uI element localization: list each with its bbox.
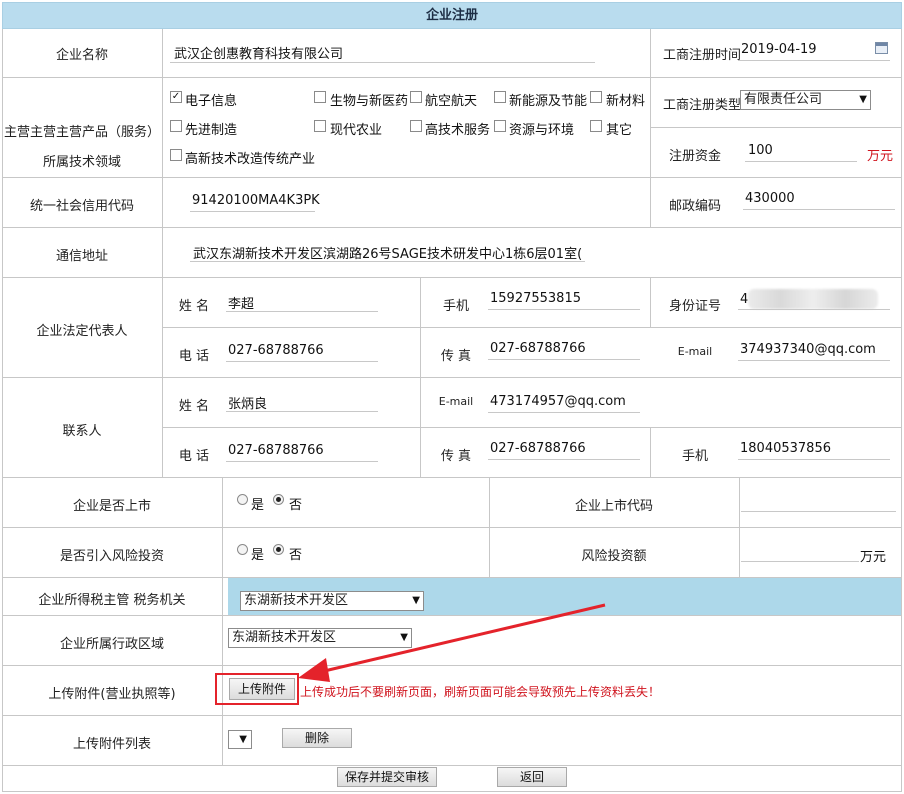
legal-email-label: E-mail — [677, 345, 713, 358]
capital-input[interactable]: 100 — [748, 143, 773, 158]
postcode-label: 邮政编码 — [668, 199, 721, 214]
contact-label: 联系人 — [62, 424, 102, 439]
district-label: 企业所属行政区域 — [59, 637, 164, 652]
legal-fax-label: 传 真 — [440, 349, 472, 364]
contact-phone-input[interactable]: 027-68788766 — [228, 443, 324, 458]
checkbox-energy[interactable] — [494, 91, 506, 103]
option-other-label: 其它 — [606, 123, 633, 138]
checkbox-hightech-service[interactable] — [410, 120, 422, 132]
postcode-input[interactable]: 430000 — [745, 191, 795, 206]
domain-label: 主营主营主营产品（服务）所属技术领域 — [3, 125, 160, 170]
option-traditional-label: 高新技术改造传统产业 — [185, 152, 316, 167]
option-electronics-label: 电子信息 — [185, 94, 238, 109]
legal-phone-input[interactable]: 027-68788766 — [228, 343, 324, 358]
redacted-id-number — [748, 289, 878, 309]
listed-yes-label: 是 — [251, 498, 265, 513]
upload-button[interactable]: 上传附件 — [229, 678, 295, 700]
delete-button[interactable]: 删除 — [282, 728, 352, 748]
option-biomed-label: 生物与新医药 — [330, 94, 409, 109]
listed-no-radio[interactable] — [273, 494, 284, 505]
credit-code-input[interactable]: 91420100MA4K3PK — [192, 193, 320, 208]
checkbox-other[interactable] — [590, 120, 602, 132]
venture-amount-input[interactable] — [741, 540, 859, 562]
venture-no-radio[interactable] — [273, 544, 284, 555]
option-resources-label: 资源与环境 — [509, 123, 575, 138]
form-header: 企业注册 — [2, 2, 902, 29]
checkbox-biomed[interactable] — [314, 91, 326, 103]
checkbox-agriculture[interactable] — [314, 120, 326, 132]
legal-mobile-label: 手机 — [442, 299, 469, 314]
legal-rep-label: 企业法定代表人 — [36, 324, 128, 339]
reg-type-label: 工商注册类型 — [662, 98, 741, 113]
address-input[interactable]: 武汉东湖新技术开发区滨湖路26号SAGE技术研发中心1栋6层01室( — [193, 243, 583, 262]
legal-mobile-input[interactable]: 15927553815 — [490, 291, 581, 306]
back-button[interactable]: 返回 — [497, 767, 567, 787]
venture-no-label: 否 — [289, 548, 303, 563]
contact-mobile-input[interactable]: 18040537856 — [740, 441, 831, 456]
contact-name-input[interactable]: 张炳良 — [228, 393, 267, 412]
tax-label: 企业所得税主管 税务机关 — [38, 593, 186, 608]
legal-name-label: 姓 名 — [178, 299, 210, 314]
contact-email-label: E-mail — [438, 395, 474, 408]
credit-code-label: 统一社会信用代码 — [29, 199, 134, 214]
attachments-label: 上传附件列表 — [72, 737, 151, 752]
legal-phone-label: 电 话 — [178, 349, 210, 364]
venture-yes-label: 是 — [251, 548, 265, 563]
venture-amount-label: 风险投资额 — [581, 549, 647, 564]
address-label: 通信地址 — [55, 249, 108, 264]
legal-email-input[interactable]: 374937340@qq.com — [740, 342, 876, 357]
company-name-input[interactable]: 武汉企创惠教育科技有限公司 — [174, 43, 343, 62]
checkbox-aerospace[interactable] — [410, 91, 422, 103]
contact-fax-input[interactable]: 027-68788766 — [490, 441, 586, 456]
listed-code-input[interactable] — [741, 490, 896, 512]
legal-name-input[interactable]: 李超 — [228, 293, 254, 312]
listed-no-label: 否 — [289, 498, 303, 513]
option-agriculture-label: 现代农业 — [330, 123, 383, 138]
upload-label: 上传附件(营业执照等) — [48, 687, 176, 702]
option-aerospace-label: 航空航天 — [425, 94, 478, 109]
calendar-icon[interactable] — [875, 42, 888, 54]
contact-email-input[interactable]: 473174957@qq.com — [490, 394, 626, 409]
venture-unit: 万元 — [860, 550, 887, 565]
contact-mobile-label: 手机 — [681, 449, 708, 464]
venture-yes-radio[interactable] — [237, 544, 248, 555]
legal-id-label: 身份证号 — [668, 299, 721, 314]
checkbox-traditional[interactable] — [170, 149, 182, 161]
venture-label: 是否引入风险投资 — [59, 549, 164, 564]
reg-type-value: 有限责任公司 — [744, 92, 823, 107]
checkbox-resources[interactable] — [494, 120, 506, 132]
contact-phone-label: 电 话 — [178, 449, 210, 464]
attachments-select[interactable]: ▼ — [228, 730, 252, 749]
checkbox-manufacturing[interactable] — [170, 120, 182, 132]
submit-button[interactable]: 保存并提交审核 — [337, 767, 437, 787]
reg-date-input[interactable]: 2019-04-19 — [741, 42, 817, 57]
checkbox-materials[interactable] — [590, 91, 602, 103]
option-energy-label: 新能源及节能 — [509, 94, 588, 109]
option-hightech-service-label: 高技术服务 — [425, 123, 491, 138]
capital-label: 注册资金 — [668, 149, 721, 164]
contact-fax-label: 传 真 — [440, 449, 472, 464]
reg-type-select[interactable]: 有限责任公司 ▼ — [740, 90, 871, 110]
option-materials-label: 新材料 — [606, 94, 646, 109]
company-name-label: 企业名称 — [55, 48, 108, 63]
annotation-arrow — [298, 603, 606, 682]
form-title: 企业注册 — [425, 8, 478, 23]
contact-name-label: 姓 名 — [178, 399, 210, 414]
chevron-down-icon: ▼ — [859, 94, 867, 105]
legal-fax-input[interactable]: 027-68788766 — [490, 341, 586, 356]
listed-code-label: 企业上市代码 — [574, 499, 653, 514]
chevron-down-icon: ▼ — [239, 734, 247, 745]
checkbox-electronics[interactable]: ✓ — [170, 91, 182, 103]
listed-yes-radio[interactable] — [237, 494, 248, 505]
listed-label: 企业是否上市 — [72, 499, 151, 514]
capital-unit: 万元 — [867, 149, 894, 164]
option-manufacturing-label: 先进制造 — [185, 123, 238, 138]
